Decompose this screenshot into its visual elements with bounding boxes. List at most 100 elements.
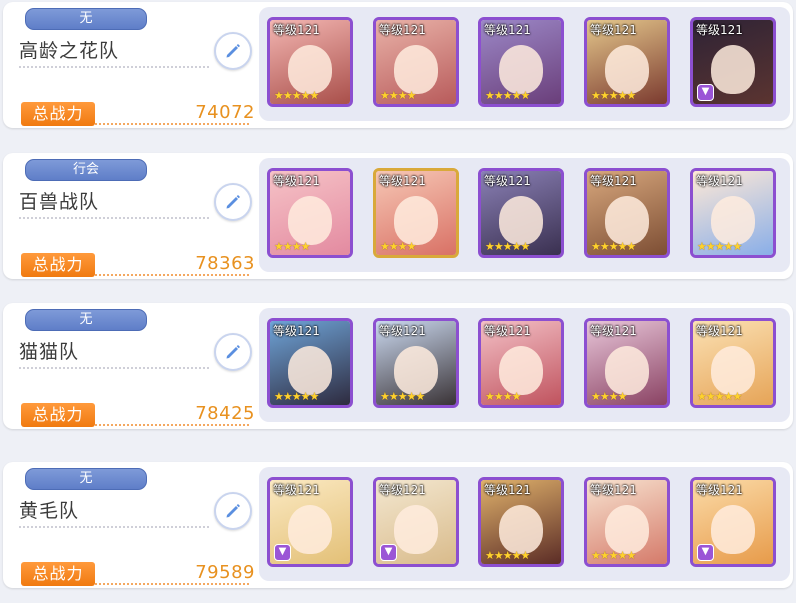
character-level: 等级121 (696, 174, 743, 188)
edit-team-button[interactable] (214, 183, 252, 221)
team-panel[interactable]: 行会 百兽战队 总战力 78363 等级121 ★★★★ 等级121 ★★★★ … (3, 153, 793, 279)
character-card[interactable]: 等级121 ★★★★★ (478, 17, 564, 107)
team-roster: 等级121 ★★★★★ 等级121 ★★★★ 等级121 ★★★★★ 等级121… (259, 7, 790, 121)
character-card[interactable]: 等级121 ★★★★★ (690, 318, 776, 408)
power-divider (95, 583, 249, 585)
pencil-icon (226, 44, 240, 58)
star-rating: ★★★★ (380, 240, 416, 253)
character-card[interactable]: 等级121 ★★★★ (267, 168, 353, 258)
total-power-value: 74072 (195, 102, 255, 123)
team-name: 猫猫队 (19, 341, 80, 363)
rank-up-icon: ▼ (697, 84, 714, 101)
star-rating: ★★★★★ (485, 240, 530, 253)
character-card[interactable]: 等级121 ★★★★ (373, 168, 459, 258)
team-info: 无 高龄之花队 总战力 74072 (3, 2, 261, 128)
character-level: 等级121 (696, 324, 743, 338)
pencil-icon (226, 195, 240, 209)
star-rating: ★★★★★ (485, 89, 530, 102)
rank-up-icon: ▼ (697, 544, 714, 561)
team-tag: 无 (25, 468, 147, 490)
character-card[interactable]: 等级121 ★★★★★ (373, 318, 459, 408)
name-divider (19, 526, 209, 528)
star-rating: ★★★★ (274, 240, 310, 253)
star-rating: ★★★★ (485, 390, 521, 403)
character-card[interactable]: 等级121 ★★★★★ (584, 168, 670, 258)
character-card[interactable]: 等级121 ★★★★ (478, 318, 564, 408)
total-power-label: 总战力 (21, 562, 95, 586)
character-level: 等级121 (484, 23, 531, 37)
character-level: 等级121 (273, 23, 320, 37)
character-level: 等级121 (273, 324, 320, 338)
rank-up-icon: ▼ (274, 544, 291, 561)
star-rating: ★★★★★ (274, 89, 319, 102)
team-panel[interactable]: 无 猫猫队 总战力 78425 等级121 ★★★★★ 等级121 ★★★★★ … (3, 303, 793, 429)
character-card[interactable]: 等级121 ★★★★ (584, 318, 670, 408)
character-level: 等级121 (379, 174, 426, 188)
character-level: 等级121 (696, 483, 743, 497)
character-level: 等级121 (379, 23, 426, 37)
team-tag: 行会 (25, 159, 147, 181)
character-card[interactable]: 等级121 ★★★★★ (584, 17, 670, 107)
team-name: 百兽战队 (19, 191, 100, 213)
power-divider (95, 424, 249, 426)
star-rating: ★★★★ (591, 390, 627, 403)
character-card[interactable]: 等级121 ★★★★★ (267, 318, 353, 408)
character-level: 等级121 (590, 23, 637, 37)
total-power-value: 78425 (195, 403, 255, 424)
edit-team-button[interactable] (214, 32, 252, 70)
name-divider (19, 217, 209, 219)
total-power-label: 总战力 (21, 403, 95, 427)
star-rating: ★★★★★ (380, 390, 425, 403)
character-level: 等级121 (484, 324, 531, 338)
total-power-value: 79589 (195, 562, 255, 583)
team-roster: 等级121 ★★★★ 等级121 ★★★★ 等级121 ★★★★★ 等级121 … (259, 158, 790, 272)
star-rating: ★★★★★ (485, 549, 530, 562)
team-info: 无 猫猫队 总战力 78425 (3, 303, 261, 429)
character-card[interactable]: 等级121 ★★★★★ (478, 168, 564, 258)
character-level: 等级121 (696, 23, 743, 37)
team-tag: 无 (25, 309, 147, 331)
total-power-label: 总战力 (21, 102, 95, 126)
character-level: 等级121 (379, 483, 426, 497)
team-panel[interactable]: 无 高龄之花队 总战力 74072 等级121 ★★★★★ 等级121 ★★★★… (3, 2, 793, 128)
character-card[interactable]: 等级121 ★★★★★ (584, 477, 670, 567)
character-card[interactable]: 等级121 ★★★★★ (690, 168, 776, 258)
team-roster: 等级121 ★★★★★ 等级121 ★★★★★ 等级121 ★★★★ 等级121… (259, 308, 790, 422)
total-power-value: 78363 (195, 253, 255, 274)
character-card[interactable]: 等级121 ▼ (373, 477, 459, 567)
team-panel[interactable]: 无 黄毛队 总战力 79589 等级121 ▼ 等级121 ▼ 等级121 ★★… (3, 462, 793, 588)
pencil-icon (226, 504, 240, 518)
character-level: 等级121 (484, 483, 531, 497)
rank-up-icon: ▼ (380, 544, 397, 561)
power-divider (95, 123, 249, 125)
team-tag: 无 (25, 8, 147, 30)
edit-team-button[interactable] (214, 492, 252, 530)
character-level: 等级121 (273, 174, 320, 188)
character-card[interactable]: 等级121 ★★★★★ (478, 477, 564, 567)
star-rating: ★★★★★ (697, 390, 742, 403)
star-rating: ★★★★★ (591, 549, 636, 562)
power-divider (95, 274, 249, 276)
character-card[interactable]: 等级121 ▼ (267, 477, 353, 567)
character-level: 等级121 (379, 324, 426, 338)
total-power-label: 总战力 (21, 253, 95, 277)
character-level: 等级121 (484, 174, 531, 188)
star-rating: ★★★★★ (591, 89, 636, 102)
character-card[interactable]: 等级121 ▼ (690, 477, 776, 567)
edit-team-button[interactable] (214, 333, 252, 371)
name-divider (19, 367, 209, 369)
character-card[interactable]: 等级121 ★★★★ (373, 17, 459, 107)
team-info: 无 黄毛队 总战力 79589 (3, 462, 261, 588)
pencil-icon (226, 345, 240, 359)
character-level: 等级121 (273, 483, 320, 497)
star-rating: ★★★★★ (697, 240, 742, 253)
star-rating: ★★★★★ (274, 390, 319, 403)
team-info: 行会 百兽战队 总战力 78363 (3, 153, 261, 279)
character-level: 等级121 (590, 483, 637, 497)
character-level: 等级121 (590, 324, 637, 338)
character-level: 等级121 (590, 174, 637, 188)
character-card[interactable]: 等级121 ▼ (690, 17, 776, 107)
character-card[interactable]: 等级121 ★★★★★ (267, 17, 353, 107)
team-roster: 等级121 ▼ 等级121 ▼ 等级121 ★★★★★ 等级121 ★★★★★ (259, 467, 790, 581)
star-rating: ★★★★★ (591, 240, 636, 253)
